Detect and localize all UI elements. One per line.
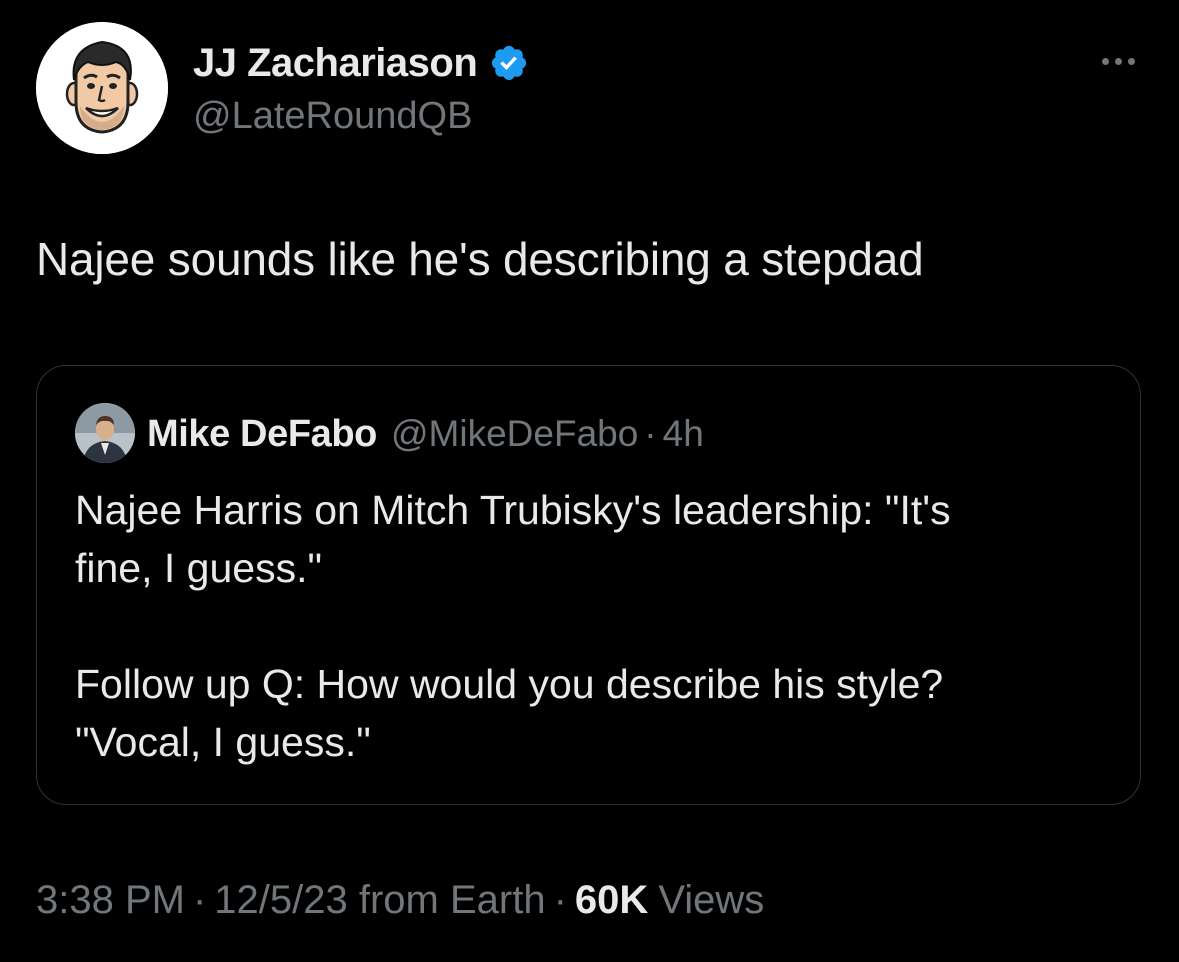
cartoon-face-avatar-icon: [36, 22, 168, 154]
more-horizontal-icon: [1101, 57, 1109, 65]
more-horizontal-icon-dot: [1127, 57, 1135, 65]
quote-paragraph-2: Follow up Q: How would you describe his …: [75, 661, 944, 765]
views-label[interactable]: Views: [658, 878, 764, 923]
meta-separator: ·: [192, 878, 207, 922]
more-options-button[interactable]: [1090, 46, 1146, 76]
quote-text: Najee Harris on Mitch Trubisky's leaders…: [75, 481, 1105, 771]
views-count[interactable]: 60K: [575, 878, 648, 923]
tweet-time[interactable]: 3:38 PM: [36, 878, 185, 923]
quote-timestamp[interactable]: 4h: [663, 413, 704, 455]
person-photo-avatar-icon: [75, 403, 135, 463]
verified-badge-icon: [492, 45, 527, 81]
tweet-meta: 3:38 PM · 12/5/23 from Earth · 60K Views: [36, 878, 764, 923]
quote-author-name[interactable]: Mike DeFabo: [147, 413, 377, 456]
author-name[interactable]: JJ Zachariason: [193, 41, 478, 86]
quote-tweet-card[interactable]: Mike DeFabo @MikeDeFabo · 4h Najee Harri…: [36, 365, 1141, 805]
tweet: JJ Zachariason @LateRoundQB Najee sounds…: [0, 0, 1179, 962]
tweet-date-location[interactable]: 12/5/23 from Earth: [214, 878, 545, 923]
tweet-text: Najee sounds like he's describing a step…: [36, 233, 924, 285]
quote-header: Mike DeFabo @MikeDeFabo · 4h: [147, 410, 704, 458]
more-horizontal-icon-dot: [1114, 57, 1122, 65]
author-avatar[interactable]: [36, 22, 168, 154]
quote-author-avatar[interactable]: [75, 403, 135, 463]
quote-paragraph-1: Najee Harris on Mitch Trubisky's leaders…: [75, 487, 951, 591]
quote-author-handle[interactable]: @MikeDeFabo: [391, 413, 638, 455]
meta-separator: ·: [553, 878, 567, 922]
author-handle[interactable]: @LateRoundQB: [193, 95, 472, 138]
quote-separator: ·: [644, 413, 657, 454]
author-name-row: JJ Zachariason: [193, 38, 529, 88]
